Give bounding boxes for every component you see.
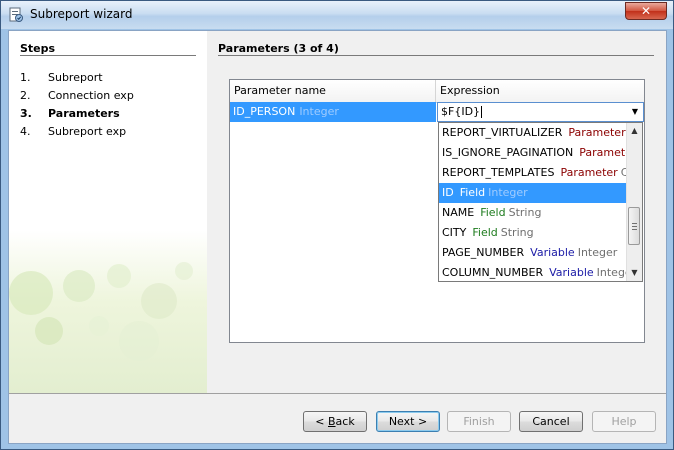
item-kind: Field	[459, 186, 486, 199]
text-caret	[481, 106, 483, 118]
column-header-parameter-name[interactable]: Parameter name	[230, 80, 436, 102]
item-type: String	[508, 206, 542, 219]
item-name: REPORT_TEMPLATES	[442, 166, 555, 179]
step-number: 1.	[20, 71, 31, 84]
back-rest: ack	[335, 415, 355, 428]
steps-divider	[20, 55, 196, 56]
item-name: PAGE_NUMBER	[442, 246, 525, 259]
scrollbar-thumb[interactable]	[628, 207, 640, 245]
content-panel: Parameters (3 of 4) Parameter name Expre…	[207, 31, 666, 393]
step-label: Subreport	[48, 71, 103, 84]
back-mnemonic: B	[328, 415, 336, 428]
list-item-selected[interactable]: ID Field Integer	[439, 183, 627, 203]
expression-input[interactable]: $F{ID}	[441, 103, 483, 121]
parameter-type: Integer	[299, 105, 339, 118]
list-item[interactable]: NAME Field String	[439, 203, 627, 223]
item-kind: Field	[472, 226, 498, 239]
table-header: Parameter name Expression	[230, 80, 644, 103]
list-item[interactable]: COLUMN_NUMBER VariableInteger	[439, 263, 627, 281]
item-name: NAME	[442, 206, 475, 219]
step-number: 4.	[20, 125, 31, 138]
expression-value: $F{ID}	[441, 105, 481, 118]
page-title-divider	[218, 55, 654, 56]
list-item[interactable]: REPORT_TEMPLATESParameterColle	[439, 163, 627, 183]
parameter-name-cell[interactable]: ID_PERSON Integer	[230, 102, 436, 122]
item-name: REPORT_VIRTUALIZER	[442, 126, 563, 139]
step-connection-exp: 2. Connection exp	[20, 87, 134, 105]
chevron-down-icon[interactable]: ▼	[629, 106, 641, 118]
item-kind: Variable	[530, 246, 575, 259]
page-title: Parameters (3 of 4)	[218, 42, 339, 55]
steps-list: 1. Subreport 2. Connection exp 3. Parameter…	[20, 69, 134, 141]
list-item[interactable]: IS_IGNORE_PAGINATION Parameter	[439, 143, 627, 163]
button-bar-divider	[9, 393, 666, 394]
step-label: Parameters	[48, 107, 120, 120]
list-item[interactable]: CITY Field String	[439, 223, 627, 243]
step-subreport-exp: 4. Subreport exp	[20, 123, 134, 141]
item-kind: Parameter	[579, 146, 627, 159]
expression-combobox[interactable]: $F{ID} ▼	[437, 102, 644, 122]
wizard-body: Steps 1. Subreport 2. Connection exp 3. Par…	[8, 30, 667, 444]
list-item[interactable]: PAGE_NUMBER Variable Integer	[439, 243, 627, 263]
list-item[interactable]: REPORT_VIRTUALIZERParameterJR	[439, 123, 627, 143]
parameter-name: ID_PERSON	[233, 105, 296, 118]
back-prefix: <	[315, 415, 328, 428]
report-wizard-icon	[9, 7, 23, 22]
parameters-table[interactable]: Parameter name Expression ID_PERSON Integ…	[229, 79, 645, 343]
next-button[interactable]: Next >	[376, 411, 440, 432]
back-button[interactable]: < Back	[303, 411, 367, 432]
step-number: 3.	[20, 107, 32, 120]
grip-line	[632, 229, 637, 230]
steps-panel: Steps 1. Subreport 2. Connection exp 3. Par…	[9, 31, 207, 393]
scroll-up-icon[interactable]: ▲	[627, 123, 642, 139]
close-button[interactable]: ✕	[625, 2, 667, 20]
close-icon: ✕	[640, 4, 652, 18]
dropdown-scrollbar[interactable]: ▲ ▼	[626, 123, 642, 281]
expression-dropdown-list[interactable]: REPORT_VIRTUALIZERParameterJR IS_IGNORE_…	[438, 122, 643, 282]
step-number: 2.	[20, 89, 31, 102]
step-label: Connection exp	[48, 89, 134, 102]
item-name: IS_IGNORE_PAGINATION	[442, 146, 574, 159]
finish-button[interactable]: Finish	[447, 411, 511, 432]
item-kind: Variable	[549, 266, 594, 279]
step-subreport: 1. Subreport	[20, 69, 134, 87]
title-bar[interactable]: Subreport wizard ✕	[1, 1, 673, 29]
wizard-window: Subreport wizard ✕ Steps 1. Subreport 2.…	[0, 0, 674, 450]
grip-line	[632, 223, 637, 224]
item-name: CITY	[442, 226, 467, 239]
step-label: Subreport exp	[48, 125, 127, 138]
column-header-expression[interactable]: Expression	[436, 80, 644, 102]
item-name: COLUMN_NUMBER	[442, 266, 544, 279]
item-kind: Parameter	[560, 166, 618, 179]
steps-heading: Steps	[20, 42, 56, 55]
item-type: Integer	[577, 246, 618, 259]
item-type: Integer	[488, 186, 528, 199]
item-name: ID	[442, 186, 454, 199]
window-title: Subreport wizard	[30, 7, 133, 21]
table-row[interactable]: ID_PERSON Integer $F{ID} ▼	[230, 102, 644, 122]
item-type: Integer	[596, 266, 627, 279]
item-kind: Field	[480, 206, 506, 219]
step-parameters: 3. Parameters	[20, 105, 134, 123]
scroll-down-icon[interactable]: ▼	[627, 265, 642, 281]
help-button[interactable]: Help	[592, 411, 656, 432]
grip-line	[632, 226, 637, 227]
cancel-button[interactable]: Cancel	[519, 411, 583, 432]
item-type: String	[500, 226, 534, 239]
item-kind: Parameter	[568, 126, 626, 139]
